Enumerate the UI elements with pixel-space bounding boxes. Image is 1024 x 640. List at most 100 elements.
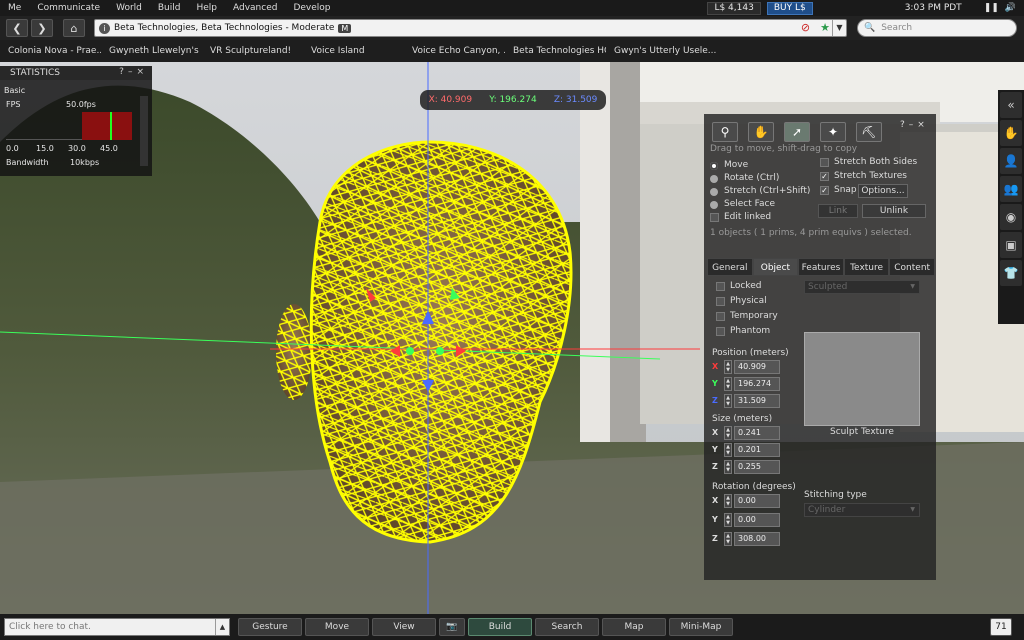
locked-checkbox[interactable] xyxy=(716,282,725,291)
chat-expand-icon[interactable]: ▲ xyxy=(215,619,229,635)
gesture-button[interactable]: Gesture xyxy=(238,618,302,636)
mode-face-label[interactable]: Select Face xyxy=(724,199,775,209)
panel-controls[interactable]: ?–× xyxy=(900,120,929,130)
balance[interactable]: L$ 4,143 xyxy=(707,1,761,15)
size-y-field[interactable]: 0.201 xyxy=(734,443,780,457)
forward-button[interactable]: ❯ xyxy=(31,19,53,37)
rotation-z-stepper[interactable]: ▲ ▼ xyxy=(724,532,732,546)
size-x-field[interactable]: 0.241 xyxy=(734,426,780,440)
favorite-item[interactable]: Voice Island xyxy=(303,46,404,56)
tab-general[interactable]: General xyxy=(707,258,753,276)
mode-move-radio[interactable] xyxy=(710,162,718,170)
land-tool-button[interactable]: ⛏ xyxy=(856,122,882,142)
collapse-sidebar-icon[interactable]: « xyxy=(1000,92,1022,118)
panel-controls[interactable]: ?–× xyxy=(119,67,148,77)
prim-type-select[interactable]: Sculpted ▼ xyxy=(804,280,920,294)
menu-me[interactable]: Me xyxy=(0,3,29,13)
favorite-item[interactable]: VR Sculptureland! xyxy=(202,46,303,56)
mode-rotate-radio[interactable] xyxy=(710,175,718,183)
favorite-item[interactable]: Gwyneth Llewelyn's ... xyxy=(101,46,202,56)
tab-content[interactable]: Content xyxy=(889,258,935,276)
search-button[interactable]: Search xyxy=(535,618,599,636)
phantom-checkbox[interactable] xyxy=(716,327,725,336)
people-icon[interactable]: 👥 xyxy=(1000,176,1022,202)
person-icon[interactable]: 👤 xyxy=(1000,148,1022,174)
snapshot-button[interactable]: 📷 xyxy=(439,618,465,636)
size-z-field[interactable]: 0.255 xyxy=(734,460,780,474)
phantom-label[interactable]: Phantom xyxy=(730,326,770,336)
favorite-star-icon[interactable]: ★ xyxy=(820,21,830,34)
rotation-x-stepper[interactable]: ▲ ▼ xyxy=(724,494,732,508)
edit-linked-checkbox[interactable] xyxy=(710,213,719,222)
options-button[interactable]: Options... xyxy=(858,184,908,198)
temporary-checkbox[interactable] xyxy=(716,312,725,321)
position-y-field[interactable]: 196.274 xyxy=(734,377,780,391)
rotation-y-stepper[interactable]: ▲ ▼ xyxy=(724,513,732,527)
mode-face-radio[interactable] xyxy=(710,201,718,209)
back-button[interactable]: ❮ xyxy=(6,19,28,37)
size-y-stepper[interactable]: ▲ ▼ xyxy=(724,443,732,457)
pause-icon[interactable]: ❚❚ xyxy=(984,3,999,13)
edit-tool-button[interactable]: ➚ xyxy=(784,122,810,142)
mode-stretch-label[interactable]: Stretch (Ctrl+Shift) xyxy=(724,186,810,196)
build-button[interactable]: Build xyxy=(468,618,532,636)
volume-icon[interactable]: 🔊 xyxy=(1005,3,1016,13)
menu-build[interactable]: Build xyxy=(150,3,189,13)
create-tool-button[interactable]: ✦ xyxy=(820,122,846,142)
tab-features[interactable]: Features xyxy=(798,258,844,276)
stretch-both-checkbox[interactable] xyxy=(820,158,829,167)
stretch-textures-checkbox[interactable]: ✓ xyxy=(820,172,829,181)
favorite-item[interactable]: Beta Technologies HQ xyxy=(505,46,606,56)
position-x-stepper[interactable]: ▲ ▼ xyxy=(724,360,732,374)
position-x-field[interactable]: 40.909 xyxy=(734,360,780,374)
menu-communicate[interactable]: Communicate xyxy=(29,3,108,13)
link-button[interactable]: Link xyxy=(818,204,858,218)
tab-object[interactable]: Object xyxy=(752,258,799,276)
move-tool-button[interactable]: ✋ xyxy=(748,122,774,142)
move-button[interactable]: Move xyxy=(305,618,369,636)
notification-badge[interactable]: 71 xyxy=(990,618,1012,636)
edit-linked-label[interactable]: Edit linked xyxy=(724,212,771,222)
mode-rotate-label[interactable]: Rotate (Ctrl) xyxy=(724,173,779,183)
search-input[interactable]: 🔍 Search xyxy=(857,19,1017,37)
focus-tool-button[interactable]: ⚲ xyxy=(712,122,738,142)
physical-label[interactable]: Physical xyxy=(730,296,767,306)
mode-stretch-radio[interactable] xyxy=(710,188,718,196)
mode-move-label[interactable]: Move xyxy=(724,160,748,170)
position-z-stepper[interactable]: ▲ ▼ xyxy=(724,394,732,408)
favorite-item[interactable]: Colonia Nova - Prae... xyxy=(0,46,101,56)
position-y-stepper[interactable]: ▲ ▼ xyxy=(724,377,732,391)
unlink-button[interactable]: Unlink xyxy=(862,204,926,218)
hand-icon[interactable]: ✋ xyxy=(1000,120,1022,146)
tab-texture[interactable]: Texture xyxy=(843,258,890,276)
buy-currency-button[interactable]: BUY L$ xyxy=(766,1,813,15)
menu-help[interactable]: Help xyxy=(188,3,225,13)
globe-icon[interactable]: ◉ xyxy=(1000,204,1022,230)
view-button[interactable]: View xyxy=(372,618,436,636)
location-dropdown-icon[interactable]: ▼ xyxy=(832,20,846,36)
sculpt-texture-swatch[interactable] xyxy=(804,332,920,426)
stretch-both-label[interactable]: Stretch Both Sides xyxy=(834,157,917,167)
info-icon[interactable]: i xyxy=(99,22,110,34)
rotation-z-field[interactable]: 308.00 xyxy=(734,532,780,546)
home-button[interactable]: ⌂ xyxy=(63,19,85,37)
menu-world[interactable]: World xyxy=(108,3,150,13)
menu-advanced[interactable]: Advanced xyxy=(225,3,285,13)
physical-checkbox[interactable] xyxy=(716,297,725,306)
snap-checkbox[interactable]: ✓ xyxy=(820,186,829,195)
inventory-icon[interactable]: ▣ xyxy=(1000,232,1022,258)
size-z-stepper[interactable]: ▲ ▼ xyxy=(724,460,732,474)
chat-input[interactable]: Click here to chat. ▲ xyxy=(4,618,230,636)
stitching-select[interactable]: Cylinder ▼ xyxy=(804,503,920,517)
favorite-item[interactable]: Voice Echo Canyon, ... xyxy=(404,46,505,56)
stats-basic-label[interactable]: Basic xyxy=(4,86,25,95)
locked-label[interactable]: Locked xyxy=(730,281,761,291)
mini-map-button[interactable]: Mini-Map xyxy=(669,618,733,636)
no-script-icon[interactable]: ⊘ xyxy=(801,21,810,34)
location-bar[interactable]: i Beta Technologies, Beta Technologies -… xyxy=(94,19,847,37)
stretch-textures-label[interactable]: Stretch Textures xyxy=(834,171,907,181)
position-z-field[interactable]: 31.509 xyxy=(734,394,780,408)
snap-label[interactable]: Snap xyxy=(834,185,857,195)
rotation-y-field[interactable]: 0.00 xyxy=(734,513,780,527)
shirt-icon[interactable]: 👕 xyxy=(1000,260,1022,286)
